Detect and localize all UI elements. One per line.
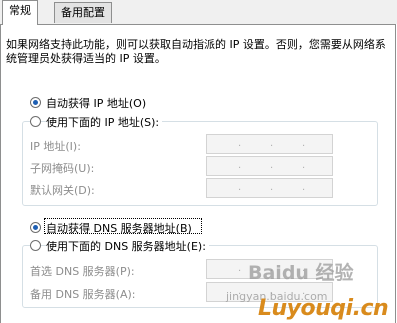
- tab-general[interactable]: 常规: [2, 0, 38, 25]
- preferred-dns-field[interactable]: ...: [206, 259, 333, 279]
- ip-auto-radio[interactable]: [30, 97, 41, 108]
- preferred-dns-label: 首选 DNS 服务器(P):: [30, 265, 135, 278]
- ip-auto-label[interactable]: 自动获得 IP 地址(O): [46, 95, 146, 111]
- ip-manual-label[interactable]: 使用下面的 IP 地址(S):: [46, 114, 163, 130]
- ip-address-field[interactable]: ...: [206, 134, 333, 154]
- alternate-dns-label: 备用 DNS 服务器(A):: [30, 288, 136, 301]
- default-gateway-label: 默认网关(D):: [30, 184, 95, 197]
- subnet-mask-field[interactable]: ...: [206, 156, 333, 176]
- dns-auto-label[interactable]: 自动获得 DNS 服务器地址(B): [46, 220, 192, 236]
- ip-address-label: IP 地址(I):: [30, 140, 81, 153]
- dns-manual-label[interactable]: 使用下面的 DNS 服务器地址(E):: [46, 238, 209, 254]
- tab-strip: 常规 备用配置: [0, 0, 397, 25]
- default-gateway-field[interactable]: ...: [206, 178, 333, 198]
- description-text: 如果网络支持此功能，则可以获取自动指派的 IP 设置。否则，您需要从网络系统管理…: [6, 38, 386, 65]
- ip-manual-radio[interactable]: [30, 116, 41, 127]
- tab-alternate-config[interactable]: 备用配置: [54, 2, 112, 23]
- dns-manual-radio[interactable]: [30, 240, 41, 251]
- alternate-dns-field[interactable]: ...: [206, 282, 333, 302]
- subnet-mask-label: 子网掩码(U):: [30, 162, 95, 175]
- dns-auto-radio[interactable]: [30, 222, 41, 233]
